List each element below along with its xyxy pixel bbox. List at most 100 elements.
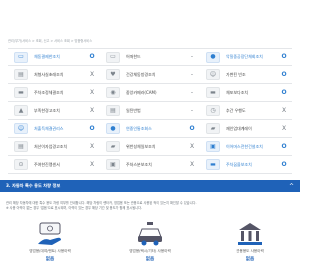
service-status: - (190, 53, 194, 60)
service-status: O (89, 53, 95, 60)
summary-value: 없음 (245, 257, 255, 262)
service-row: ☺ 처출득체결권리스 O ● 연중인통조회스 O ▰ 재인업대계레이 X (8, 120, 292, 138)
heart-icon: ♥ (106, 69, 120, 80)
service-label: 악질중공장단체회조치 (226, 54, 263, 59)
service-status: X (89, 142, 95, 150)
service-status: X (89, 160, 95, 168)
summary-item-rental: 영업용(대여/렌트) 사용이력 없음 (5, 220, 95, 262)
service-label: 체포보다조치 (226, 89, 249, 95)
service-item[interactable]: ◉ 중앙카메라(CAM) - (100, 84, 200, 101)
service-status: X (189, 160, 195, 168)
service-status: X (89, 106, 95, 114)
service-status: O (281, 160, 287, 168)
service-label: 재인업대계레이 (226, 125, 252, 131)
service-status: X (281, 106, 287, 114)
summary-item-government: 관용용도 사용이력 없음 (205, 220, 295, 262)
service-status: O (281, 53, 287, 60)
service-label: 체동결제한조치 (34, 54, 60, 59)
car-icon: ▬ (206, 159, 220, 170)
summary-label: 관용용도 사용이력 (236, 249, 264, 253)
card-icon: ▭ (106, 51, 120, 63)
description-line: ※ 사용 이력이 없는 경우 '없음'으로 표시되며, 이력이 있는 경우 해당… (6, 206, 143, 211)
service-label: 어떠한드 (126, 54, 141, 59)
service-item[interactable]: ⊙ 주여한진맹센서 X (8, 156, 100, 173)
service-item[interactable]: ▬ 체포보다조치 O (200, 84, 292, 101)
service-row: ⊙ 주여한진맹센서 X ▣ 주처스분보조치 X ▬ 주차꿈을보조치 O (8, 156, 292, 174)
service-grid: ▭ 체동결제한조치 O ▭ 어떠한드 - ● 악질중공장단체회조치 O ▤ 처형… (8, 48, 292, 174)
service-item[interactable]: ▣ 이어머스전한건설조치 O (200, 138, 292, 155)
service-row: ▤ 처형사실초래조치 X ♥ 건강체동방경조치 - ☺ 가변된 빈조 O (8, 66, 292, 84)
service-status: O (281, 142, 287, 150)
government-icon (238, 223, 262, 245)
service-item[interactable]: ▲ 부족한경고조치 X (8, 102, 100, 119)
usage-summary: 영업용(대여/렌트) 사용이력 없음 영업용(택시/기타) 사용이력 없음 관용… (0, 220, 300, 272)
service-status: X (281, 124, 287, 132)
service-label: 주차조정체결조치 (34, 89, 64, 95)
service-label: 처산이자업경고조치 (34, 143, 68, 149)
summary-value: 없음 (45, 257, 55, 262)
service-item[interactable]: ▭ 체동결제한조치 O (8, 49, 100, 65)
service-status: - (190, 106, 194, 114)
service-item[interactable]: ▤ 일된반법 - (100, 102, 200, 119)
service-status: X (189, 142, 195, 150)
section-title: 3. 자동차 특수 용도 차량 정보 (6, 183, 61, 188)
summary-label: 영업용(대여/렌트) 사용이력 (29, 249, 71, 253)
service-item[interactable]: ◷ 추간 우행도 X (200, 102, 292, 119)
chevron-up-icon[interactable]: ^ (289, 183, 294, 190)
service-row: ▬ 주차조정체결조치 X ◉ 중앙카메라(CAM) - ▬ 체포보다조치 O (8, 84, 292, 102)
service-item[interactable]: ● 연중인통조회스 O (100, 120, 200, 137)
service-item[interactable]: ♥ 건강체동방경조치 - (100, 66, 200, 83)
service-item[interactable]: ▣ 주처스분보조치 X (100, 156, 200, 173)
service-label: 건강체동방경조치 (126, 71, 156, 77)
monitor-icon: ▣ (206, 141, 220, 152)
bicycle-icon: ⊙ (14, 159, 28, 170)
special-use-section-header[interactable]: 3. 자동차 특수 용도 차량 정보 ^ (0, 180, 300, 192)
service-item[interactable]: ☺ 가변된 빈조 O (200, 66, 292, 83)
truck-icon: ▰ (106, 141, 120, 152)
service-item[interactable]: ● 악질중공장단체회조치 O (200, 49, 292, 65)
service-item[interactable]: ▭ 어떠한드 - (100, 49, 200, 65)
service-item[interactable]: ▤ 처산이자업경고조치 X (8, 138, 100, 155)
user-icon: ● (206, 51, 220, 63)
clock-icon: ◷ (206, 105, 220, 116)
service-status: - (190, 88, 194, 96)
service-item[interactable]: ☺ 처출득체결권리스 O (8, 120, 100, 137)
service-status: - (190, 70, 194, 78)
warning-icon: ▲ (14, 105, 28, 116)
document-icon: ▤ (14, 69, 28, 80)
summary-item-taxi: 영업용(택시/기타) 사용이력 없음 (105, 220, 195, 262)
service-label: 주차꿈을보조치 (226, 161, 252, 167)
service-status: O (189, 124, 195, 132)
monitor-icon: ▣ (106, 159, 120, 170)
service-label: 처형사실초래조치 (34, 71, 64, 77)
service-item[interactable]: ▬ 주차꿈을보조치 O (200, 156, 292, 173)
camera-icon: ◉ (106, 87, 120, 98)
service-item[interactable]: ▰ 재인업대계레이 X (200, 120, 292, 137)
service-status: X (89, 88, 95, 96)
service-row: ▤ 처산이자업경고조치 X ▰ 위반성체일보조치 X ▣ 이어머스전한건설조치 … (8, 138, 292, 156)
service-item[interactable]: ▰ 위반성체일보조치 X (100, 138, 200, 155)
service-label: 중앙카메라(CAM) (126, 89, 157, 95)
service-label: 부족한경고조치 (34, 107, 60, 113)
user-icon: ● (106, 123, 120, 134)
person-icon: ☺ (14, 123, 28, 134)
service-label: 주여한진맹센서 (34, 161, 60, 167)
service-status: O (89, 124, 95, 132)
service-row: ▲ 부족한경고조치 X ▤ 일된반법 - ◷ 추간 우행도 X (8, 102, 292, 120)
section-description: 관리 해당 자동차에 대한 특수 용도 차량 여부를 안내합니다. 해당 차량이… (6, 201, 294, 212)
car-icon: ▬ (206, 87, 220, 98)
service-label: 연중인통조회스 (126, 125, 152, 131)
service-label: 처출득체결권리스 (34, 125, 64, 131)
id-card-icon: ▭ (14, 51, 28, 63)
person-icon: ☺ (206, 69, 220, 80)
service-item[interactable]: ▤ 처형사실초래조치 X (8, 66, 100, 83)
service-label: 주처스분보조치 (126, 161, 152, 167)
service-status: O (281, 88, 287, 96)
summary-label: 영업용(택시/기타) 사용이력 (129, 249, 171, 253)
rental-icon (38, 222, 61, 245)
service-status: O (281, 70, 287, 78)
service-label: 위반성체일보조치 (126, 143, 156, 149)
service-item[interactable]: ▬ 주차조정체결조치 X (8, 84, 100, 101)
truck-icon: ▰ (206, 123, 220, 134)
service-label: 이어머스전한건설조치 (226, 143, 263, 149)
